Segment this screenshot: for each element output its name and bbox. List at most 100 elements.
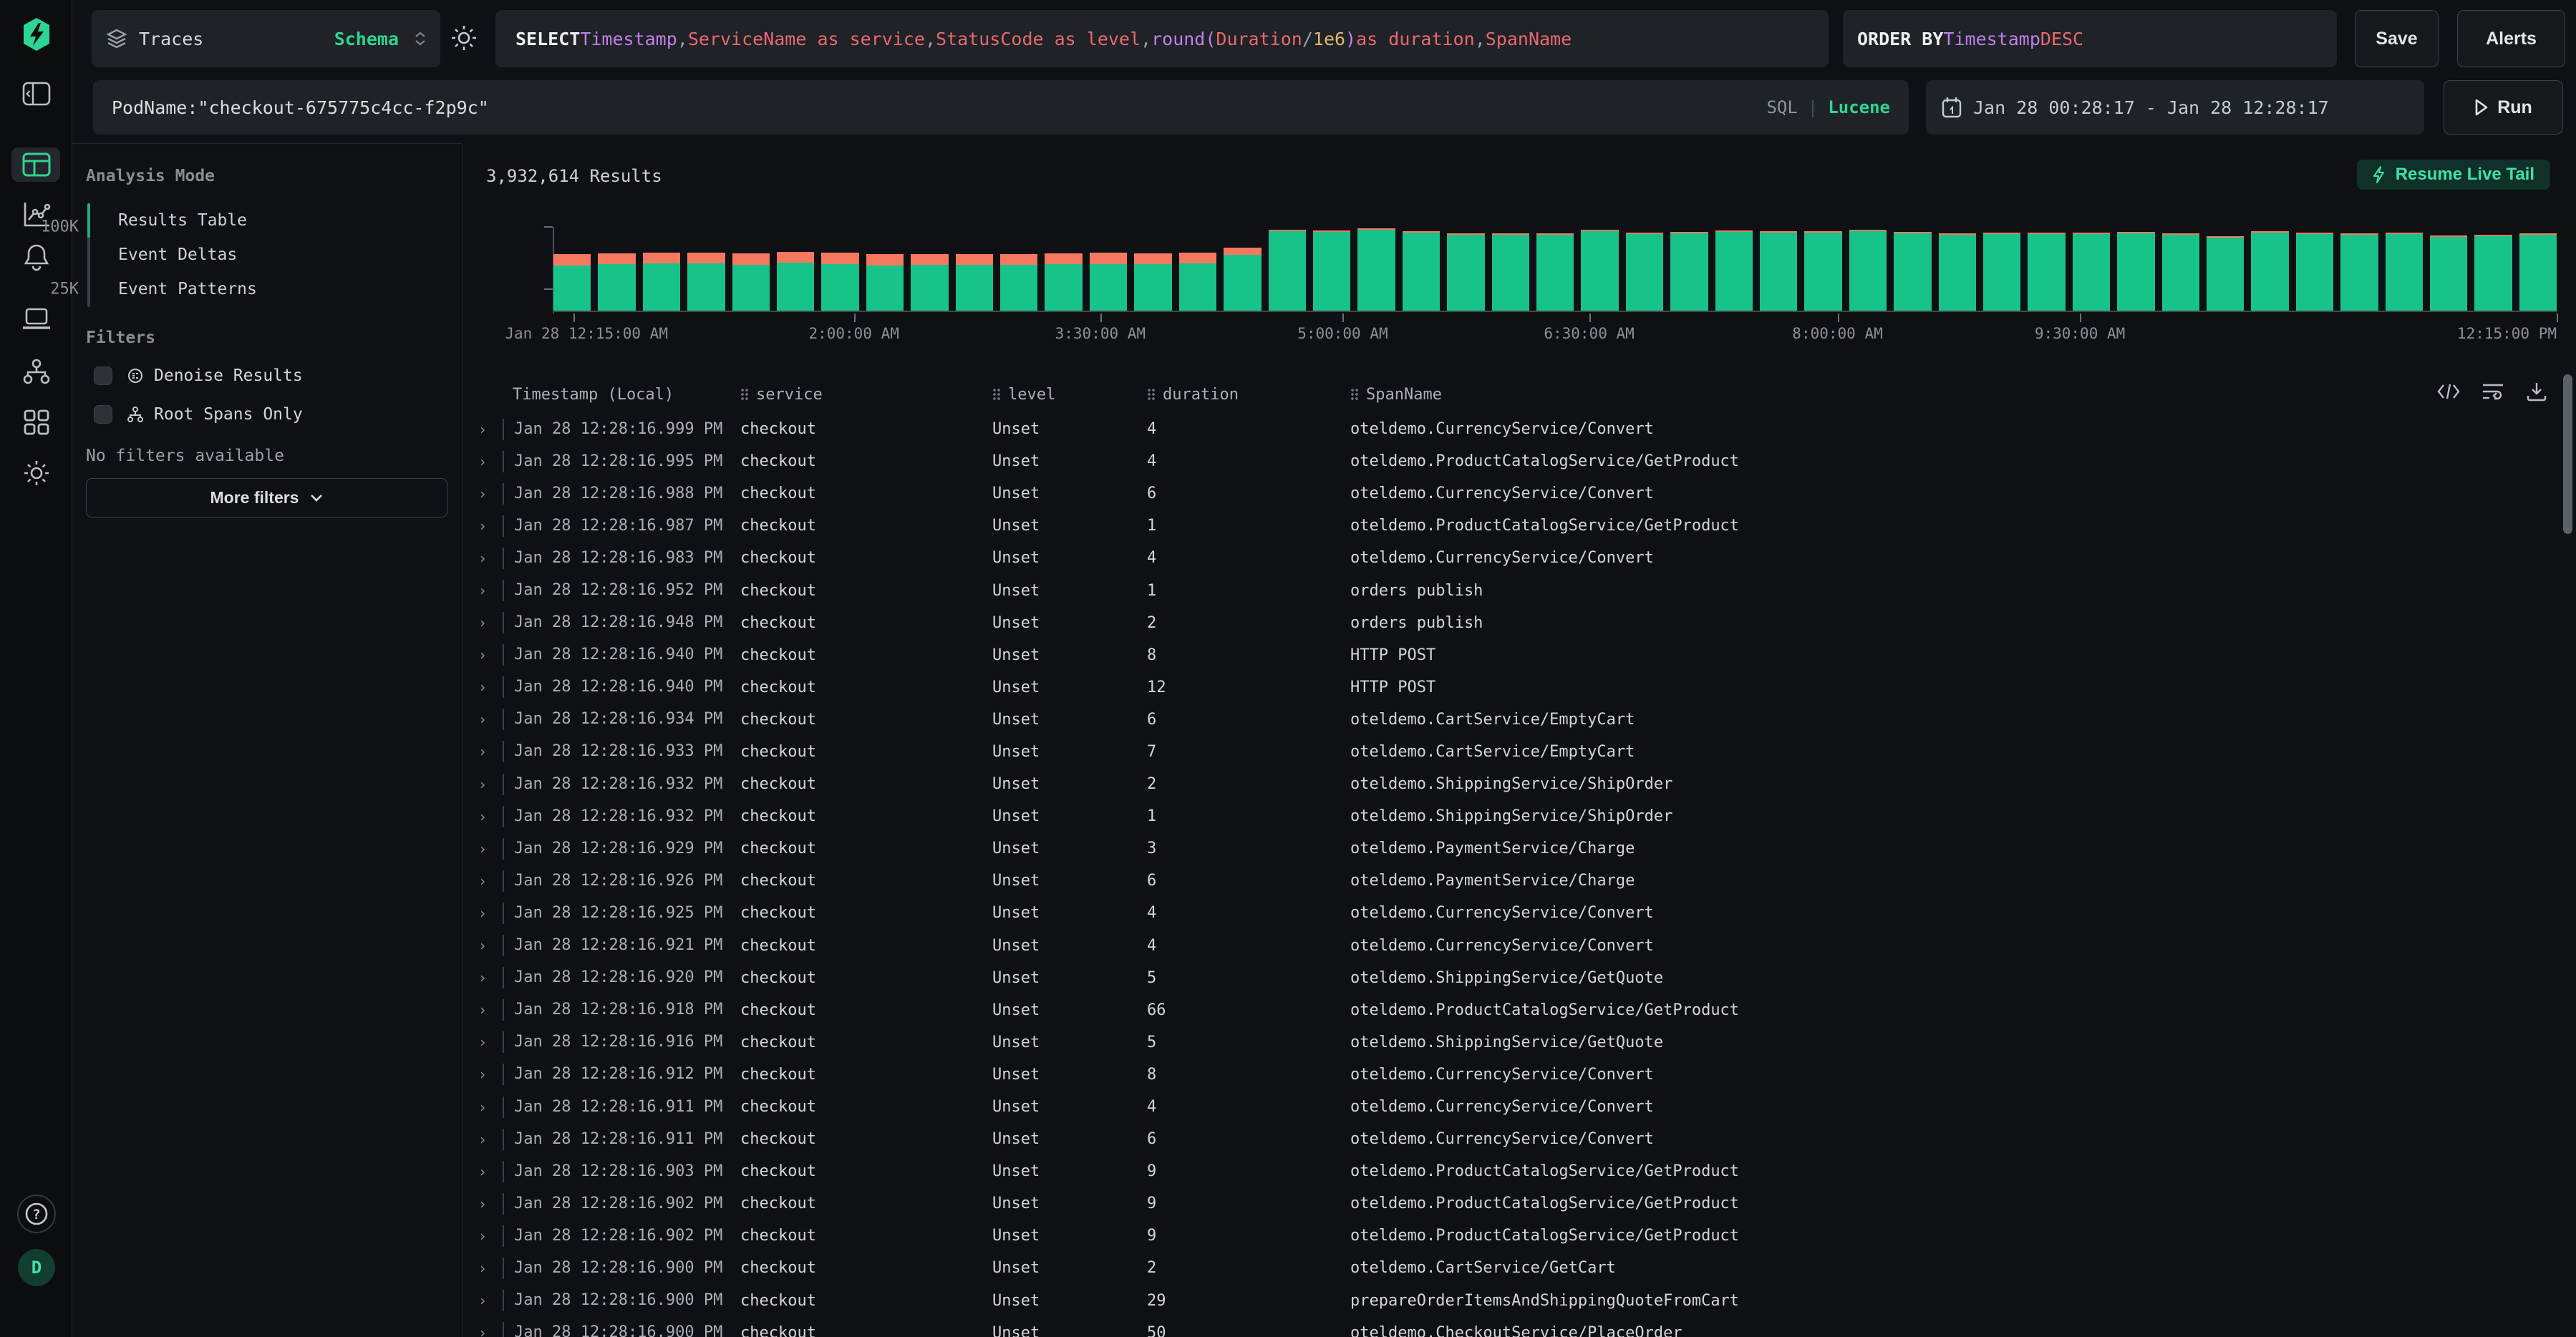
root-spans-checkbox[interactable] (94, 405, 112, 424)
table-row[interactable]: ›Jan 28 12:28:16.903 PMcheckoutUnset9ote… (463, 1155, 2576, 1187)
mode-item-event-patterns[interactable]: Event Patterns (118, 272, 257, 306)
table-row[interactable]: ›Jan 28 12:28:16.995 PMcheckoutUnset4ote… (463, 445, 2576, 477)
mode-item-event-deltas[interactable]: Event Deltas (118, 238, 237, 272)
resume-live-tail-button[interactable]: Resume Live Tail (2357, 160, 2550, 190)
source-selector[interactable]: Traces Schema (92, 10, 440, 67)
expand-row-chevron-icon[interactable]: › (463, 582, 503, 599)
histogram-bar[interactable] (777, 252, 814, 311)
histogram-bar[interactable] (2117, 232, 2154, 311)
histogram-bar[interactable] (1804, 231, 1841, 311)
column-header-timestamp-local-[interactable]: Timestamp (Local) (503, 386, 735, 404)
table-row[interactable]: ›Jan 28 12:28:16.900 PMcheckoutUnset50ot… (463, 1317, 2576, 1337)
drag-grip-icon[interactable] (1147, 388, 1156, 401)
histogram-bar[interactable] (1536, 233, 1574, 311)
alerts-button[interactable]: Alerts (2457, 10, 2565, 67)
table-row[interactable]: ›Jan 28 12:28:16.911 PMcheckoutUnset6ote… (463, 1123, 2576, 1155)
histogram-bar[interactable] (1357, 228, 1395, 311)
schema-link[interactable]: Schema (334, 29, 399, 49)
expand-row-chevron-icon[interactable]: › (463, 905, 503, 922)
table-row[interactable]: ›Jan 28 12:28:16.902 PMcheckoutUnset9ote… (463, 1220, 2576, 1252)
expand-row-chevron-icon[interactable]: › (463, 776, 503, 793)
expand-row-chevron-icon[interactable]: › (463, 1001, 503, 1018)
sidebar-item-settings[interactable] (0, 457, 72, 490)
save-button[interactable]: Save (2355, 10, 2439, 67)
denoise-results-filter[interactable]: Denoise Results (94, 361, 303, 390)
histogram-bar[interactable] (1894, 232, 1931, 311)
wrap-text-icon[interactable] (2481, 382, 2504, 401)
histogram-bar[interactable] (1715, 230, 1753, 311)
histogram-bar[interactable] (2519, 233, 2557, 311)
histogram-bar[interactable] (643, 253, 680, 311)
histogram-bar[interactable] (821, 253, 858, 311)
histogram-bar[interactable] (866, 254, 904, 311)
expand-row-chevron-icon[interactable]: › (463, 1131, 503, 1148)
table-row[interactable]: ›Jan 28 12:28:16.920 PMcheckoutUnset5ote… (463, 962, 2576, 994)
histogram-bar[interactable] (1403, 231, 1440, 311)
expand-row-chevron-icon[interactable]: › (463, 872, 503, 890)
sql-select-input[interactable]: SELECT Timestamp, ServiceName as service… (495, 10, 1829, 67)
sidebar-item-alerts[interactable] (0, 240, 72, 273)
run-button[interactable]: Run (2444, 80, 2563, 135)
histogram-bar[interactable] (2162, 233, 2199, 311)
histogram-bar[interactable] (1134, 253, 1171, 311)
table-row[interactable]: ›Jan 28 12:28:16.948 PMcheckoutUnset2ord… (463, 607, 2576, 639)
column-header-level[interactable]: level (987, 386, 1141, 404)
table-row[interactable]: ›Jan 28 12:28:16.987 PMcheckoutUnset1ote… (463, 510, 2576, 542)
drag-grip-icon[interactable] (992, 388, 1001, 401)
histogram-bar[interactable] (2251, 231, 2288, 311)
expand-row-chevron-icon[interactable]: › (463, 517, 503, 535)
histogram-bar[interactable] (2340, 233, 2378, 311)
histogram-bar[interactable] (2028, 233, 2065, 311)
lucene-mode-option[interactable]: Lucene (1828, 97, 1890, 117)
table-row[interactable]: ›Jan 28 12:28:16.900 PMcheckoutUnset2ote… (463, 1252, 2576, 1284)
histogram-bar[interactable] (2073, 233, 2110, 311)
table-row[interactable]: ›Jan 28 12:28:16.932 PMcheckoutUnset1ote… (463, 800, 2576, 832)
table-row[interactable]: ›Jan 28 12:28:16.952 PMcheckoutUnset1ord… (463, 574, 2576, 606)
expand-row-chevron-icon[interactable]: › (463, 614, 503, 631)
expand-row-chevron-icon[interactable]: › (463, 485, 503, 502)
histogram-bar[interactable] (2474, 235, 2512, 311)
download-icon[interactable] (2526, 381, 2547, 402)
chart-bars[interactable] (553, 214, 2557, 312)
histogram-bar[interactable] (1492, 233, 1529, 311)
table-row[interactable]: ›Jan 28 12:28:16.999 PMcheckoutUnset4ote… (463, 413, 2576, 445)
expand-row-chevron-icon[interactable]: › (463, 646, 503, 663)
table-row[interactable]: ›Jan 28 12:28:16.900 PMcheckoutUnset29pr… (463, 1285, 2576, 1317)
histogram-bar[interactable] (956, 254, 993, 311)
histogram-bar[interactable] (1939, 233, 1976, 311)
expand-row-chevron-icon[interactable]: › (463, 808, 503, 825)
expand-row-chevron-icon[interactable]: › (463, 1195, 503, 1212)
table-row[interactable]: ›Jan 28 12:28:16.902 PMcheckoutUnset9ote… (463, 1187, 2576, 1220)
table-row[interactable]: ›Jan 28 12:28:16.912 PMcheckoutUnset8ote… (463, 1059, 2576, 1091)
denoise-checkbox[interactable] (94, 366, 112, 385)
histogram-bar[interactable] (553, 254, 591, 311)
source-settings-gear-icon[interactable] (450, 24, 478, 55)
sidebar-item-client-sessions[interactable] (0, 303, 72, 336)
histogram-bar[interactable] (732, 253, 770, 311)
column-header-service[interactable]: service (735, 386, 987, 404)
table-row[interactable]: ›Jan 28 12:28:16.932 PMcheckoutUnset2ote… (463, 768, 2576, 800)
sidebar-item-dashboards[interactable] (0, 406, 72, 439)
expand-row-chevron-icon[interactable]: › (463, 550, 503, 567)
histogram-bar[interactable] (1447, 233, 1484, 311)
expand-row-chevron-icon[interactable]: › (463, 937, 503, 954)
expand-row-chevron-icon[interactable]: › (463, 840, 503, 857)
expand-row-chevron-icon[interactable]: › (463, 1227, 503, 1245)
histogram-bar[interactable] (1045, 253, 1082, 311)
expand-row-chevron-icon[interactable]: › (463, 711, 503, 728)
expand-row-chevron-icon[interactable]: › (463, 453, 503, 470)
table-row[interactable]: ›Jan 28 12:28:16.916 PMcheckoutUnset5ote… (463, 1026, 2576, 1059)
histogram-bar[interactable] (2430, 235, 2467, 311)
drag-grip-icon[interactable] (740, 388, 749, 401)
more-filters-button[interactable]: More filters (86, 478, 447, 517)
time-range-picker[interactable]: Jan 28 00:28:17 - Jan 28 12:28:17 (1926, 80, 2424, 135)
expand-row-chevron-icon[interactable]: › (463, 1292, 503, 1309)
histogram-bar[interactable] (1269, 230, 1306, 311)
user-avatar[interactable]: D (0, 1248, 72, 1287)
collapse-sidebar-icon[interactable] (0, 77, 72, 110)
histogram-bar[interactable] (1983, 233, 2020, 311)
query-language-toggle[interactable]: SQL | Lucene (1766, 97, 1890, 117)
mode-item-results-table[interactable]: Results Table (118, 203, 247, 238)
table-row[interactable]: ›Jan 28 12:28:16.983 PMcheckoutUnset4ote… (463, 542, 2576, 574)
table-row[interactable]: ›Jan 28 12:28:16.934 PMcheckoutUnset6ote… (463, 704, 2576, 736)
